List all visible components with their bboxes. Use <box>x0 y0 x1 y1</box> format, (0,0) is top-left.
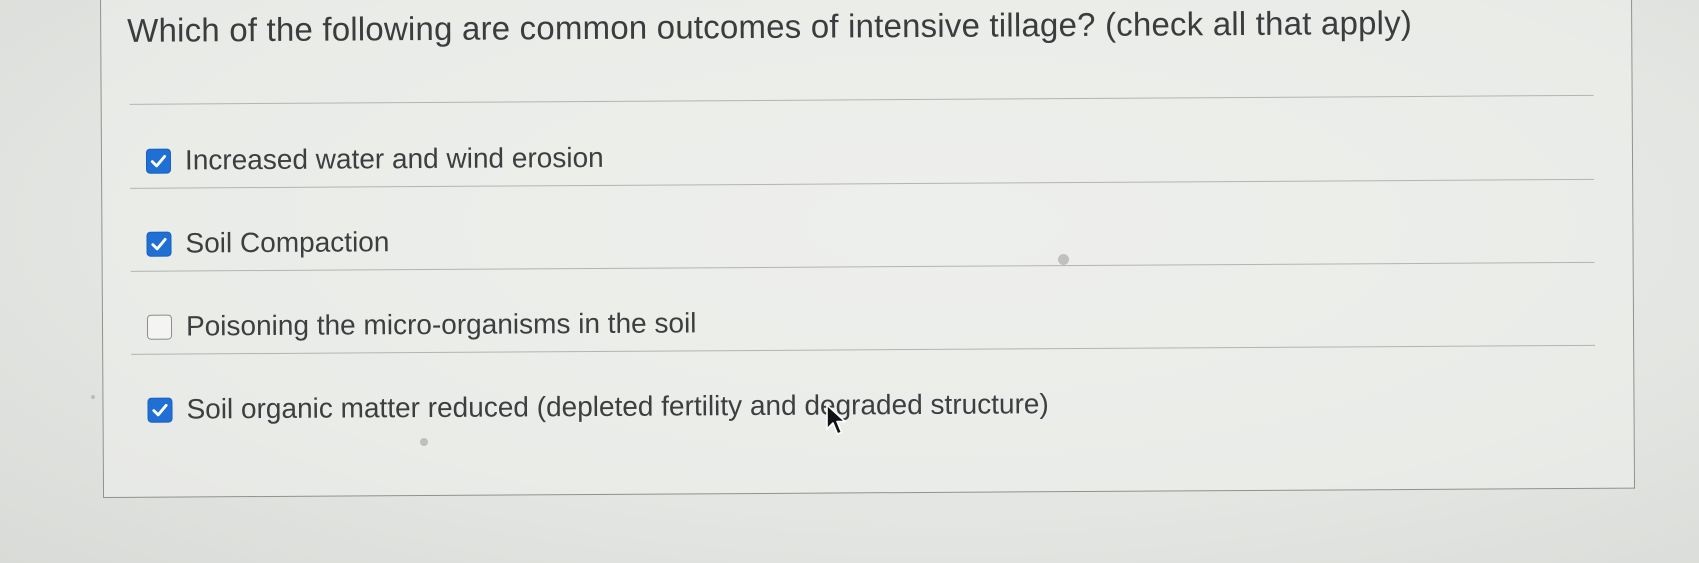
divider <box>129 94 1594 105</box>
dust-speck <box>91 395 95 399</box>
dust-speck <box>1058 254 1069 265</box>
checkbox-erosion[interactable] <box>145 148 172 174</box>
answer-label: Increased water and wind erosion <box>184 141 604 176</box>
checkbox-compaction[interactable] <box>146 231 172 257</box>
question-text: Which of the following are common outcom… <box>127 3 1413 49</box>
answer-label: Soil organic matter reduced (depleted fe… <box>186 388 1049 425</box>
answer-option-organic-matter[interactable]: Soil organic matter reduced (depleted fe… <box>147 388 1049 426</box>
divider <box>130 178 1595 189</box>
divider <box>131 344 1596 355</box>
mouse-pointer-icon <box>826 404 846 435</box>
answer-option-compaction[interactable]: Soil Compaction <box>146 226 389 259</box>
checkbox-organic-matter[interactable] <box>147 397 173 423</box>
answer-label: Soil Compaction <box>185 226 390 259</box>
checkbox-poisoning[interactable] <box>146 314 173 340</box>
divider <box>130 261 1595 272</box>
checkmark-icon <box>150 154 167 167</box>
answer-option-erosion[interactable]: Increased water and wind erosion <box>145 141 604 177</box>
answer-label: Poisoning the micro-organisms in the soi… <box>185 307 697 342</box>
answer-option-poisoning[interactable]: Poisoning the micro-organisms in the soi… <box>146 307 697 342</box>
checkmark-icon <box>152 403 168 416</box>
dust-speck <box>420 438 428 446</box>
question-card: Which of the following are common outcom… <box>100 0 1636 498</box>
checkmark-icon <box>151 237 167 250</box>
